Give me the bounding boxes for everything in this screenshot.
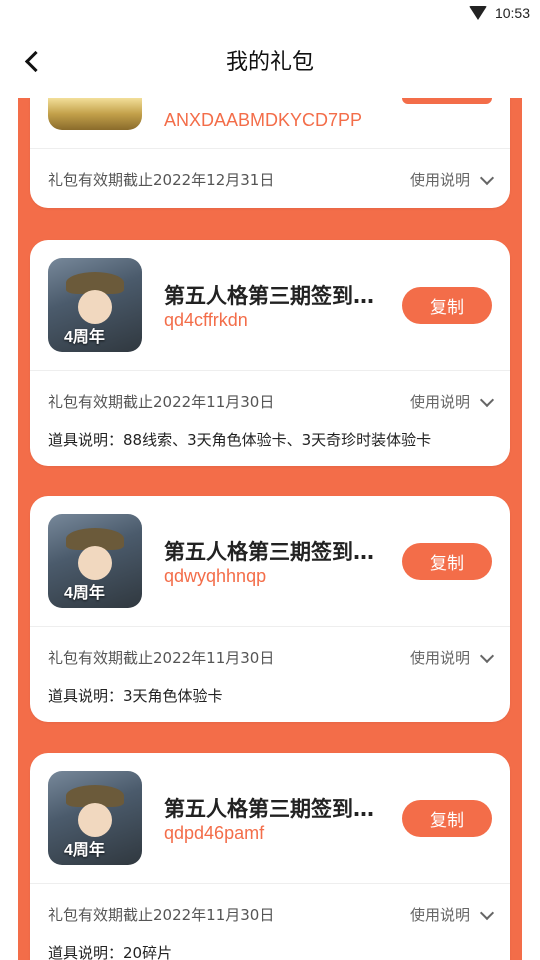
game-icon: 4周年 [48,514,142,608]
gift-code: qdpd46pamf [164,823,265,843]
anniversary-badge: 4周年 [64,329,105,346]
anniversary-badge: 4周年 [64,842,105,859]
expiry-text: 礼包有效期截止2022年12月31日 [48,171,275,189]
gift-card: 4周年 第五人格第三期签到礼包 qd4cffrkdn 复制 礼包有效期截止202… [30,240,510,466]
expiry-text: 礼包有效期截止2022年11月30日 [48,393,275,411]
game-icon: 4周年 [48,771,142,865]
wifi-icon [468,6,487,20]
game-icon [48,98,142,130]
gift-card: 4周年 第五人格第三期签到礼包 qdpd46pamf 复制 礼包有效期截止202… [30,753,510,960]
chevron-down-icon [479,170,495,185]
gift-card: ANXDAABMDKYCD7PP 礼包有效期截止2022年12月31日 使用说明 [30,98,510,208]
usage-guide-toggle[interactable]: 使用说明 [409,904,495,925]
item-description: 道具说明：20碎片 [48,944,173,960]
gift-card: 4周年 第五人格第三期签到礼包 qdwyqhhnqp 复制 礼包有效期截止202… [30,496,510,722]
usage-guide-toggle[interactable]: 使用说明 [409,391,495,412]
usage-guide-toggle[interactable]: 使用说明 [409,169,495,190]
status-bar: 10:53 [0,0,540,28]
item-description: 道具说明：3天角色体验卡 [48,687,223,705]
gift-list[interactable]: ANXDAABMDKYCD7PP 礼包有效期截止2022年12月31日 使用说明… [18,98,522,960]
header: 我的礼包 [0,28,540,98]
gift-code: qdwyqhhnqp [164,566,267,586]
usage-guide-label: 使用说明 [409,393,470,411]
expiry-text: 礼包有效期截止2022年11月30日 [48,649,275,667]
chevron-down-icon [479,392,495,407]
usage-guide-label: 使用说明 [409,906,470,924]
gift-name: 第五人格第三期签到礼包 [164,797,384,821]
gift-name: 第五人格第三期签到礼包 [164,540,384,564]
item-description: 道具说明：88线索、3天角色体验卡、3天奇珍时装体验卡 [48,431,432,449]
game-icon: 4周年 [48,258,142,352]
chevron-down-icon [479,905,495,920]
page-title: 我的礼包 [225,50,314,75]
copy-button[interactable]: 复制 [402,800,492,837]
gift-code: qd4cffrkdn [164,310,248,330]
anniversary-badge: 4周年 [64,585,105,602]
status-time: 10:53 [494,5,530,21]
gift-name: 第五人格第三期签到礼包 [164,284,384,308]
copy-button[interactable] [402,98,492,104]
usage-guide-toggle[interactable]: 使用说明 [409,647,495,668]
copy-button[interactable]: 复制 [402,287,492,324]
usage-guide-label: 使用说明 [409,171,470,189]
usage-guide-label: 使用说明 [409,649,470,667]
expiry-text: 礼包有效期截止2022年11月30日 [48,906,275,924]
copy-button[interactable]: 复制 [402,543,492,580]
chevron-down-icon [479,648,495,663]
gift-code: ANXDAABMDKYCD7PP [164,110,363,130]
